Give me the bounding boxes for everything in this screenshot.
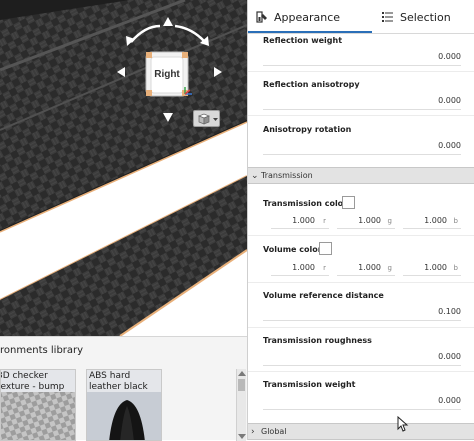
- arrow-down-icon: [163, 113, 173, 122]
- field-value: 0.000: [438, 396, 461, 405]
- chevron-down-icon: [213, 118, 218, 121]
- view-cube-face-label[interactable]: Right: [151, 69, 183, 80]
- environments-library: ronments library 3D checker texture - bu…: [0, 336, 247, 441]
- r-input[interactable]: 1.000 r: [271, 215, 329, 229]
- leather-cloth-thumbnail: [87, 392, 161, 440]
- divider: [248, 115, 474, 116]
- transmission-weight-label: Transmission weight: [263, 380, 356, 389]
- channel-label: b: [453, 217, 458, 225]
- g-input[interactable]: 1.000 g: [337, 215, 395, 229]
- volume-color-swatch[interactable]: [319, 242, 332, 255]
- field-value: 1.000: [424, 216, 447, 225]
- chevron-right-icon: ›: [251, 427, 255, 437]
- library-title: ronments library: [0, 345, 84, 356]
- scrollbar-thumb[interactable]: [238, 379, 245, 391]
- channel-label: b: [453, 264, 458, 272]
- divider: [248, 235, 474, 236]
- volume-color-label: Volume color: [263, 245, 322, 254]
- channel-label: r: [323, 264, 326, 272]
- library-item-label: 3D checker texture - bump: [0, 371, 65, 392]
- g-input[interactable]: 1.000 g: [337, 262, 395, 276]
- panel-tabs: Appearance Selection: [248, 0, 474, 34]
- tab-label: Selection: [400, 10, 451, 24]
- transmission-color-label: Transmission color: [263, 199, 348, 208]
- field-value: 1.000: [292, 216, 315, 225]
- scroll-up-icon[interactable]: [238, 371, 246, 376]
- b-input[interactable]: 1.000 b: [403, 262, 461, 276]
- list-icon: [382, 11, 394, 23]
- transmission-weight-input[interactable]: 0.000: [263, 394, 461, 410]
- field-value: 1.000: [358, 216, 381, 225]
- divider: [248, 371, 474, 372]
- tab-selection[interactable]: Selection: [382, 0, 472, 34]
- reflection-anisotropy-label: Reflection anisotropy: [263, 80, 360, 89]
- library-item-label: ABS hard leather black: [89, 371, 148, 392]
- field-value: 0.000: [438, 141, 461, 150]
- rotate-right-icon: [174, 24, 206, 43]
- field-value: 0.000: [438, 352, 461, 361]
- library-scrollbar[interactable]: [236, 369, 246, 441]
- mouse-cursor-icon: [397, 416, 409, 432]
- reflection-weight-label: Reflection weight: [263, 36, 343, 45]
- section-title: Transmission: [261, 171, 313, 180]
- arrow-up-icon: [163, 17, 173, 26]
- divider: [248, 282, 474, 283]
- view-cube[interactable]: [0, 0, 247, 336]
- anisotropy-rotation-input[interactable]: 0.000: [263, 139, 461, 155]
- cube-icon: [198, 113, 218, 125]
- transmission-section-header[interactable]: ⌄ Transmission: [248, 167, 474, 184]
- arrow-right-icon: [214, 67, 222, 77]
- appearance-icon: [256, 11, 268, 23]
- 3d-viewport[interactable]: Right: [0, 0, 247, 336]
- b-input[interactable]: 1.000 b: [403, 215, 461, 229]
- field-value: 0.100: [438, 307, 461, 316]
- transmission-color-swatch[interactable]: [342, 196, 355, 209]
- scroll-down-icon[interactable]: [238, 434, 246, 439]
- channel-label: r: [323, 217, 326, 225]
- field-value: 0.000: [438, 96, 461, 105]
- field-value: 1.000: [424, 263, 447, 272]
- section-title: Global: [261, 427, 287, 436]
- tab-appearance[interactable]: Appearance: [256, 0, 370, 34]
- library-item[interactable]: 3D checker texture - bump: [0, 369, 76, 441]
- transmission-roughness-input[interactable]: 0.000: [263, 350, 461, 366]
- reflection-anisotropy-input[interactable]: 0.000: [263, 94, 461, 110]
- channel-label: g: [387, 217, 392, 225]
- transmission-color-rgb: 1.000 r 1.000 g 1.000 b: [263, 215, 461, 229]
- reflection-weight-input[interactable]: 0.000: [263, 50, 461, 66]
- volume-color-rgb: 1.000 r 1.000 g 1.000 b: [263, 262, 461, 276]
- chevron-down-icon: ⌄: [251, 171, 259, 181]
- anisotropy-rotation-label: Anisotropy rotation: [263, 125, 352, 134]
- field-value: 1.000: [292, 263, 315, 272]
- arrow-left-icon: [117, 67, 125, 77]
- transmission-roughness-label: Transmission roughness: [263, 336, 372, 345]
- appearance-panel: Appearance Selection Reflection weight 0…: [247, 0, 474, 440]
- volume-reference-distance-label: Volume reference distance: [263, 291, 384, 300]
- active-tab-indicator: [248, 31, 372, 33]
- library-item[interactable]: ABS hard leather black: [86, 369, 162, 441]
- rotate-left-icon: [130, 24, 161, 43]
- r-input[interactable]: 1.000 r: [271, 262, 329, 276]
- checker-texture-thumbnail: [1, 392, 75, 440]
- volume-reference-distance-input[interactable]: 0.100: [263, 305, 461, 321]
- field-value: 1.000: [358, 263, 381, 272]
- tab-label: Appearance: [274, 10, 341, 24]
- divider: [248, 71, 474, 72]
- field-value: 0.000: [438, 52, 461, 61]
- global-section-header[interactable]: › Global: [248, 423, 474, 440]
- divider: [248, 327, 474, 328]
- channel-label: g: [387, 264, 392, 272]
- view-options-button[interactable]: [193, 110, 220, 127]
